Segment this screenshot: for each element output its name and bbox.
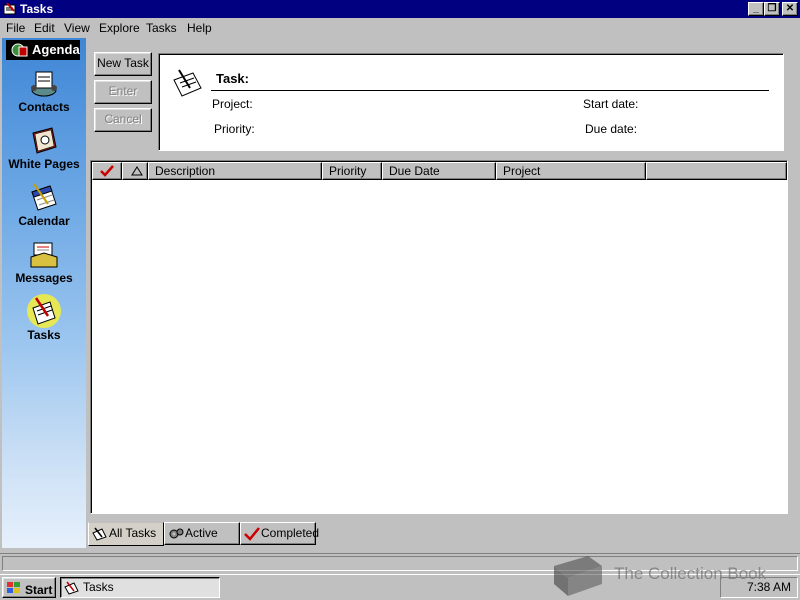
rolodex-icon <box>31 71 57 97</box>
column-header-blank[interactable] <box>646 162 787 180</box>
sidebar-item-contacts[interactable]: Contacts <box>2 66 86 123</box>
sidebar-item-calendar[interactable]: Calendar <box>2 180 86 237</box>
calendar-icon <box>31 183 57 211</box>
sidebar-item-messages[interactable]: Messages <box>2 237 86 294</box>
sidebar-item-white-pages[interactable]: White Pages <box>2 123 86 180</box>
new-task-button[interactable]: New Task <box>94 52 152 76</box>
menu-tasks[interactable]: Tasks <box>146 21 177 35</box>
tab-label: Active <box>185 526 218 540</box>
column-header-due-date[interactable]: Due Date <box>382 162 496 180</box>
checkmark-icon <box>244 527 260 541</box>
all-tasks-icon <box>92 527 107 541</box>
taskbar-item-label: Tasks <box>83 580 114 594</box>
window-title: Tasks <box>20 2 54 16</box>
book-watermark-icon <box>554 556 602 596</box>
sort-triangle-icon <box>131 166 143 176</box>
tab-label: All Tasks <box>109 526 157 540</box>
tab-completed[interactable]: Completed <box>240 522 320 545</box>
enter-button[interactable]: Enter <box>94 80 152 104</box>
close-button[interactable]: ✕ <box>782 2 798 16</box>
column-header-description[interactable]: Description <box>148 162 322 180</box>
title-bar: Tasks _ ❐ ✕ <box>0 0 800 18</box>
checkmark-icon <box>100 165 114 177</box>
sidebar-item-tasks[interactable]: Tasks <box>2 294 86 351</box>
start-button[interactable]: Start <box>2 577 56 598</box>
task-field-underline[interactable] <box>211 90 769 91</box>
due-date-label: Due date: <box>585 122 638 136</box>
cancel-button[interactable]: Cancel <box>94 108 152 132</box>
tab-active[interactable]: Active <box>164 522 240 545</box>
phonebook-icon <box>32 127 57 154</box>
windows-logo-icon <box>7 582 20 593</box>
start-label: Start <box>25 583 53 597</box>
menu-help[interactable]: Help <box>187 21 212 35</box>
tasks-app-icon <box>3 2 16 15</box>
priority-label: Priority: <box>214 122 255 136</box>
menu-bar: File Edit View Explore Tasks Help <box>0 18 800 38</box>
tasks-icon <box>27 294 61 328</box>
sidebar-item-label: Contacts <box>18 100 70 114</box>
messages-icon <box>30 242 58 268</box>
sidebar-item-label: Messages <box>15 271 73 285</box>
menu-explore[interactable]: Explore <box>99 21 140 35</box>
task-label: Task: <box>216 71 249 86</box>
task-list[interactable]: Description Priority Due Date Project <box>90 160 788 514</box>
clock[interactable]: 7:38 AM <box>747 580 791 594</box>
agenda-label: Agenda <box>32 42 80 57</box>
task-form: Task: Project: Priority: Start date: Due… <box>158 53 784 151</box>
agenda-button[interactable]: Agenda <box>6 40 80 60</box>
column-header-sort[interactable] <box>122 162 148 180</box>
menu-view[interactable]: View <box>64 21 90 35</box>
tasks-app-icon <box>64 581 79 595</box>
agenda-icon <box>11 43 28 57</box>
tab-label: Completed <box>261 526 320 540</box>
tab-all-tasks[interactable]: All Tasks <box>88 522 164 546</box>
menu-file[interactable]: File <box>6 21 25 35</box>
column-header-completed[interactable] <box>92 162 122 180</box>
column-header-priority[interactable]: Priority <box>322 162 382 180</box>
sidebar-item-label: Calendar <box>18 214 70 228</box>
project-label: Project: <box>212 97 253 111</box>
task-notepad-icon <box>173 69 202 97</box>
restore-button[interactable]: ❐ <box>764 2 780 16</box>
menu-edit[interactable]: Edit <box>34 21 55 35</box>
taskbar-item-tasks[interactable]: Tasks <box>60 577 220 598</box>
column-header-project[interactable]: Project <box>496 162 646 180</box>
start-date-label: Start date: <box>583 97 639 111</box>
gears-icon <box>169 528 184 539</box>
sidebar-item-label: White Pages <box>8 157 80 171</box>
system-tray: 7:38 AM <box>720 577 798 598</box>
minimize-button[interactable]: _ <box>748 2 764 16</box>
sidebar-item-label: Tasks <box>27 328 61 342</box>
